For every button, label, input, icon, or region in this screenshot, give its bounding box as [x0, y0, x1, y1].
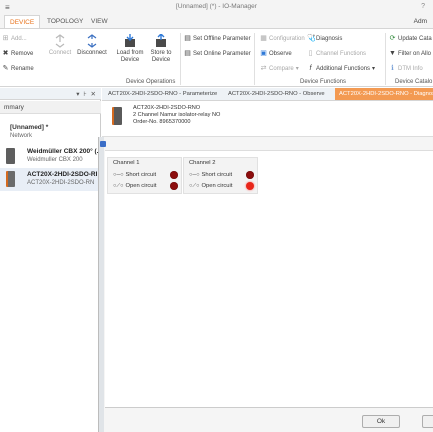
- filter-icon: ▼: [389, 50, 396, 57]
- channel-functions-icon: ▯: [308, 50, 313, 57]
- rename-button[interactable]: ✎ Rename: [2, 65, 34, 72]
- group-device-operations: Device Operations: [126, 79, 176, 85]
- channel-1-open-circuit-led: [170, 182, 178, 190]
- channel-1-title: Channel 1: [113, 160, 140, 166]
- observe-button[interactable]: ▣ Observe: [260, 50, 292, 57]
- device-name: ACT20X-2HDI-2SDO-RNO: [133, 105, 201, 111]
- channel-1-short-label: ○─○ Short circuit: [113, 172, 157, 178]
- add-button[interactable]: ⊞ Add...: [2, 35, 27, 42]
- ribbon-separator: [385, 33, 386, 85]
- store-to-device-button[interactable]: Store to Device: [147, 34, 175, 64]
- update-catalog-button[interactable]: ⟳ Update Cata: [389, 35, 432, 42]
- group-device-functions: Device Functions: [300, 79, 347, 85]
- channel-functions-button[interactable]: ▯ Channel Functions: [307, 50, 366, 57]
- channel-1-open-label: ○⟋○ Open circuit: [113, 183, 157, 189]
- document-tabs: ACT20X-2HDI-2SDO-RNO - Parameterize ACT2…: [102, 88, 433, 101]
- compare-icon: ⇄: [260, 65, 267, 72]
- disconnect-icon: [87, 34, 97, 48]
- function-icon: f: [309, 65, 312, 72]
- channel-1-short-circuit-led: [170, 171, 178, 179]
- panel-controls[interactable]: ▾ ⊦ ✕: [76, 90, 97, 98]
- chevron-down-icon: ▾: [372, 66, 376, 72]
- doc-tab-parameterize[interactable]: ACT20X-2HDI-2SDO-RNO - Parameterize: [104, 88, 221, 100]
- store-to-device-icon: [156, 34, 166, 47]
- set-offline-parameter-button[interactable]: ▤ Set Offline Parameter: [184, 35, 250, 42]
- dialog-button-bar: Ok: [104, 411, 433, 432]
- connect-icon: [55, 34, 65, 48]
- dtm-info-button[interactable]: ℹ DTM Info: [389, 65, 423, 72]
- summary-header[interactable]: mmary: [0, 101, 101, 114]
- compare-button[interactable]: ⇄ Compare ▾: [260, 65, 299, 72]
- help-button[interactable]: ?: [421, 3, 425, 10]
- doc-tab-diagnosis[interactable]: ACT20X-2HDI-2SDO-RNO - Diagnosis: [335, 88, 433, 100]
- menu-bar: DEVICE TOPOLOGY VIEW Adm: [0, 15, 433, 28]
- channel-2-short-label: ○─○ Short circuit: [189, 172, 233, 178]
- ribbon-separator: [254, 33, 255, 85]
- project-panel-header: ▾ ⊦ ✕: [0, 88, 101, 100]
- ribbon-separator: [180, 33, 181, 85]
- connect-button[interactable]: Connect: [45, 34, 75, 57]
- channel-2-box: Channel 2 ○─○ Short circuit ○⟋○ Open circu…: [183, 157, 258, 194]
- project-panel: ▾ ⊦ ✕ mmary [Unnamed] * Network Weidmüll…: [0, 88, 102, 432]
- tab-view[interactable]: VIEW: [86, 15, 113, 28]
- diagnosis-frame: Channel 1 ○─○ Short circuit ○⟋○ Open circu…: [105, 150, 433, 408]
- ribbon: ⊞ Add... ✖ Remove ✎ Rename Connect Disconne…: [0, 28, 433, 87]
- short-circuit-icon: ○─○: [189, 172, 200, 178]
- configuration-icon: ▦: [260, 35, 267, 42]
- diagnosis-view: Channel 1 ○─○ Short circuit ○⟋○ Open circu…: [98, 137, 433, 432]
- channel-2-short-circuit-led: [246, 171, 254, 179]
- observe-icon: ▣: [260, 50, 267, 57]
- short-circuit-icon: ○─○: [113, 172, 124, 178]
- tree-item-device[interactable]: Weidmüller CBX 200° (... Weidmuller CBX …: [0, 145, 102, 168]
- disconnect-button[interactable]: Disconnect: [75, 34, 109, 57]
- diagnosis-view-icon: [100, 141, 106, 147]
- additional-functions-button[interactable]: f Additional Functions ▾: [307, 65, 376, 72]
- view-side-stripe: [99, 137, 104, 432]
- update-icon: ⟳: [389, 35, 396, 42]
- secondary-button[interactable]: [422, 415, 433, 428]
- tab-topology[interactable]: TOPOLOGY: [42, 15, 88, 28]
- diagnosis-button[interactable]: 🩺 Diagnosis: [307, 35, 342, 42]
- channel-2-open-label: ○⟋○ Open circuit: [189, 183, 233, 189]
- channel-1-box: Channel 1 ○─○ Short circuit ○⟋○ Open circu…: [107, 157, 182, 194]
- network-label: Network: [10, 133, 33, 139]
- filter-button[interactable]: ▼ Filter on Allo: [389, 50, 431, 57]
- ok-button[interactable]: Ok: [362, 415, 400, 428]
- title-bar: ≡ [Unnamed] (*) - IO-Manager ?: [0, 0, 433, 15]
- set-online-parameter-button[interactable]: ▤ Set Online Parameter: [184, 50, 251, 57]
- diagnosis-icon: 🩺: [307, 35, 316, 42]
- user-name[interactable]: Adm: [414, 18, 427, 25]
- device-image-icon: [112, 107, 122, 125]
- window-title: [Unnamed] (*) - IO-Manager: [176, 3, 257, 10]
- group-device-catalog: Device Catalo: [395, 79, 433, 85]
- doc-tab-observe[interactable]: ACT20X-2HDI-2SDO-RNO - Observe: [224, 88, 329, 100]
- project-name[interactable]: [Unnamed] *: [10, 124, 48, 131]
- tab-device[interactable]: DEVICE: [4, 15, 41, 28]
- channel-2-title: Channel 2: [189, 160, 216, 166]
- open-circuit-icon: ○⟋○: [113, 183, 124, 189]
- device-image-icon: [6, 171, 15, 187]
- remove-icon: ✖: [2, 50, 9, 57]
- open-circuit-icon: ○⟋○: [189, 183, 200, 189]
- remove-button[interactable]: ✖ Remove: [2, 50, 34, 57]
- channel-2-open-circuit-led: [246, 182, 254, 190]
- add-icon: ⊞: [2, 35, 9, 42]
- device-header: ACT20X-2HDI-2SDO-RNO 2 Channel Namur iso…: [102, 101, 433, 137]
- tree-item-device-selected[interactable]: ACT20X-2HDI-2SDO-RI ACT20X-2HDI-2SDO-RN: [0, 168, 101, 191]
- document-icon: ▤: [184, 35, 191, 42]
- rename-icon: ✎: [2, 65, 9, 72]
- load-from-device-icon: [125, 34, 135, 47]
- document-icon: ▤: [184, 50, 191, 57]
- load-from-device-button[interactable]: Load from Device: [115, 34, 145, 64]
- device-image-icon: [6, 148, 15, 164]
- chevron-down-icon: ▾: [295, 66, 299, 72]
- device-order-number: Order-No. 8965370000: [133, 119, 191, 125]
- info-icon: ℹ: [391, 65, 394, 72]
- device-description: 2 Channel Namur isolator-relay NO: [133, 112, 221, 118]
- configuration-button[interactable]: ▦ Configuration: [260, 35, 305, 42]
